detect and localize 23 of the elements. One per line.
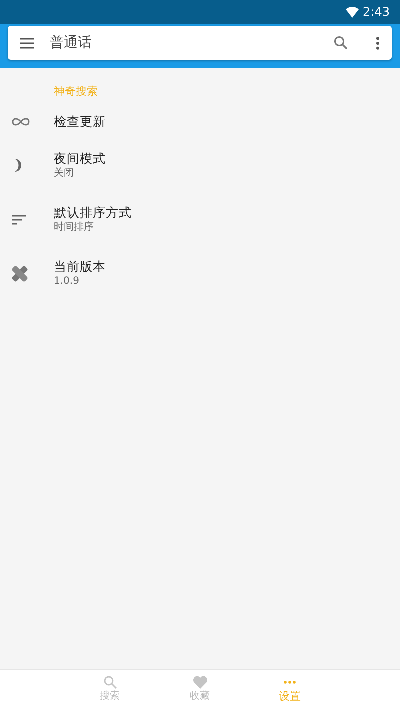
setting-title: 检查更新 <box>54 114 106 130</box>
sort-icon <box>12 214 26 225</box>
search-bar[interactable]: 普通话 <box>8 26 392 60</box>
settings-item[interactable]: 当前版本 1.0.9 <box>0 246 400 300</box>
search-icon <box>104 676 116 689</box>
infinity-icon <box>12 116 30 128</box>
setting-value: 关闭 <box>54 166 75 180</box>
clock: 2:43 <box>363 4 390 21</box>
menu-icon[interactable] <box>20 38 34 48</box>
heart-icon <box>192 676 208 689</box>
section-header: 神奇搜索 <box>54 85 98 98</box>
settings-item[interactable]: 检查更新 <box>0 105 400 138</box>
settings-item[interactable]: 夜间模式 关闭 <box>0 138 400 192</box>
search-icon[interactable] <box>334 36 348 50</box>
setting-title: 默认排序方式 <box>54 204 132 220</box>
wifi-icon <box>346 6 360 18</box>
setting-title: 当前版本 <box>54 258 106 274</box>
setting-value: 1.0.9 <box>54 274 80 288</box>
setting-title: 夜间模式 <box>54 150 106 166</box>
more-icon[interactable] <box>376 36 380 50</box>
setting-value: 时间排序 <box>54 220 95 234</box>
settings-item[interactable]: 默认排序方式 时间排序 <box>0 192 400 246</box>
bandage-icon <box>12 266 28 282</box>
